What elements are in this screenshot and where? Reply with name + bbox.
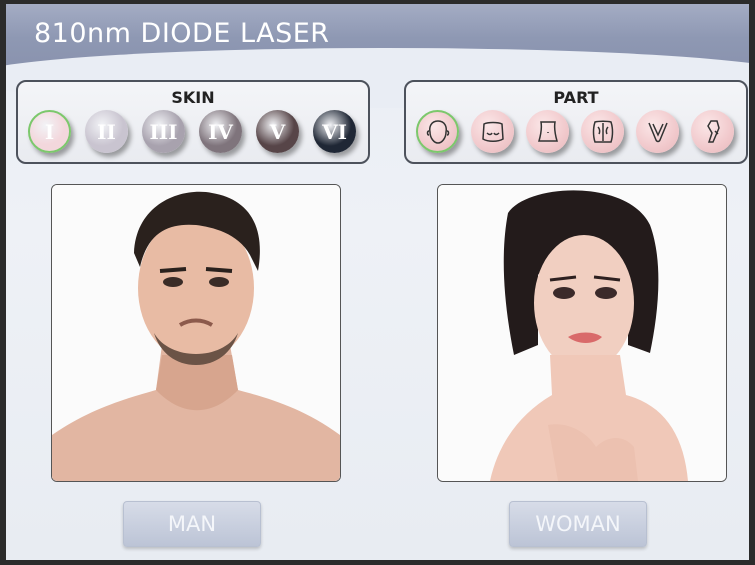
skin-type-ii-button[interactable]: II <box>85 110 128 153</box>
laser-ui-screen: 810nm DIODE LASER SKIN I II III IV V VI PART <box>6 4 749 560</box>
back-icon <box>592 120 613 143</box>
bikini-icon <box>647 122 668 142</box>
skin-type-iv-button[interactable]: IV <box>199 110 242 153</box>
skin-type-label: I <box>44 119 55 144</box>
chest-icon <box>481 121 504 142</box>
part-back-button[interactable] <box>581 110 624 153</box>
woman-portrait-image <box>438 185 726 481</box>
skin-type-label: IV <box>208 119 233 144</box>
skin-type-iii-button[interactable]: III <box>142 110 185 153</box>
skin-type-label: II <box>97 119 116 144</box>
part-bikini-button[interactable] <box>636 110 679 153</box>
skin-type-vi-button[interactable]: VI <box>313 110 356 153</box>
man-button[interactable]: MAN <box>123 501 261 547</box>
man-photo[interactable] <box>51 184 341 482</box>
part-leg-button[interactable] <box>691 110 734 153</box>
skin-type-i-button[interactable]: I <box>28 110 71 153</box>
man-portrait-image <box>52 185 340 481</box>
abdomen-icon <box>537 120 558 142</box>
part-panel-label: PART <box>553 88 599 107</box>
title-bar: 810nm DIODE LASER <box>6 4 749 108</box>
skin-panel-label: SKIN <box>171 88 215 107</box>
part-panel: PART <box>404 80 748 164</box>
face-icon <box>426 119 449 144</box>
app-title: 810nm DIODE LASER <box>34 18 330 49</box>
woman-photo[interactable] <box>437 184 727 482</box>
skin-type-label: V <box>269 119 286 144</box>
skin-type-label: VI <box>322 119 347 144</box>
woman-button[interactable]: WOMAN <box>509 501 647 547</box>
skin-type-v-button[interactable]: V <box>256 110 299 153</box>
leg-icon <box>706 119 720 143</box>
skin-type-label: III <box>149 119 178 144</box>
skin-panel: SKIN I II III IV V VI <box>16 80 370 164</box>
part-face-button[interactable] <box>416 110 459 153</box>
part-chest-button[interactable] <box>471 110 514 153</box>
part-abdomen-button[interactable] <box>526 110 569 153</box>
